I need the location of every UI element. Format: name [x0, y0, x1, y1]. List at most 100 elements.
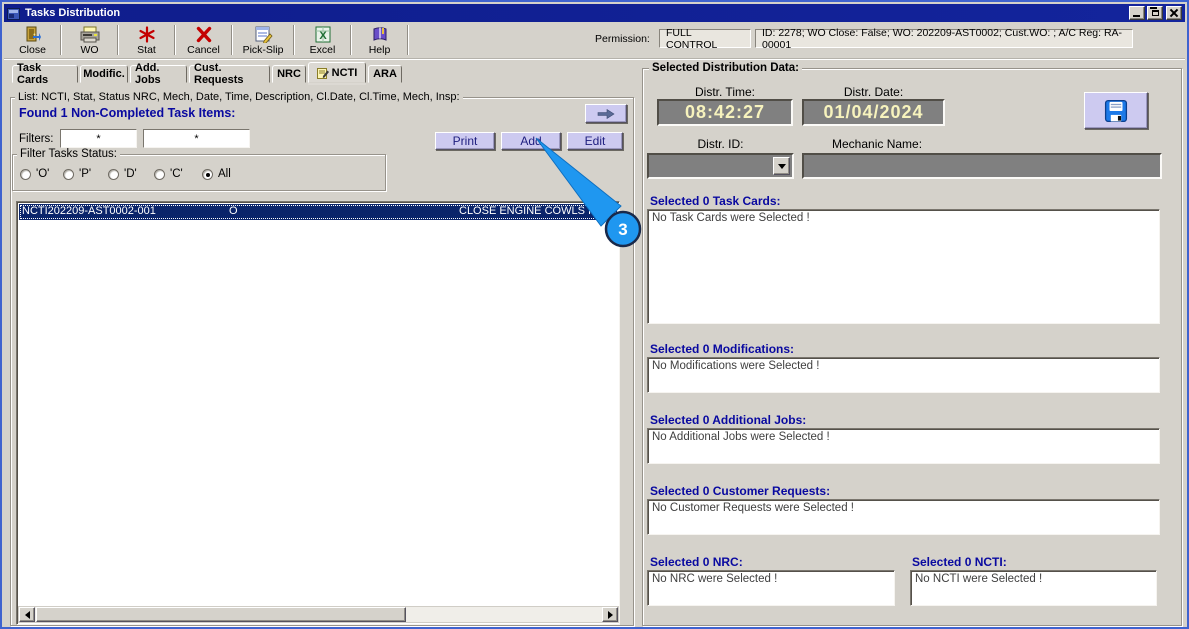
help-book-icon: [373, 27, 386, 41]
restore-button[interactable]: [1147, 6, 1163, 20]
toolbar-button-close[interactable]: Close: [7, 23, 58, 57]
radio-label: 'P': [79, 168, 92, 180]
toolbar-label: Stat: [137, 44, 156, 56]
toolbar-button-help[interactable]: Help: [354, 23, 405, 57]
status-radio-O[interactable]: 'O': [20, 168, 49, 180]
save-floppy-icon: [1104, 99, 1128, 122]
row-description: CLOSE ENGINE COWLS I.A.W AMM TASK: [459, 205, 617, 217]
distr-date-display: 01/04/2024: [802, 99, 945, 126]
mechanic-name-label: Mechanic Name:: [832, 137, 923, 151]
mechanic-name-field: [802, 153, 1162, 179]
radio-icon: [20, 168, 31, 180]
additional-jobs-empty-text: No Additional Jobs were Selected !: [652, 431, 830, 443]
row-ncti-id: NCTI202209-AST0002-001: [22, 205, 156, 217]
toolbar-separator: [117, 25, 119, 55]
app-icon: [7, 7, 20, 20]
distr-id-label: Distr. ID:: [697, 137, 744, 151]
toolbar-button-cancel[interactable]: Cancel: [178, 23, 229, 57]
printer-icon: [80, 26, 99, 43]
radio-icon: [154, 168, 165, 180]
tab-ara[interactable]: ARA: [368, 65, 402, 83]
tab-cust-requests[interactable]: Cust. Requests: [189, 62, 270, 86]
toolbar-button-excel[interactable]: X Excel: [297, 23, 348, 57]
scroll-left-button[interactable]: [19, 607, 35, 622]
toolbar-label: WO: [80, 44, 99, 56]
tab-nrc[interactable]: NRC: [272, 65, 306, 83]
toolbar-separator: [60, 25, 62, 55]
tab-label: Cust. Requests: [194, 62, 244, 86]
window-title: Tasks Distribution: [25, 7, 121, 19]
tab-label: Add. Jobs: [135, 62, 161, 86]
scrollbar-thumb[interactable]: [36, 607, 406, 622]
task-list-row-selected[interactable]: NCTI202209-AST0002-001 O CLOSE ENGINE CO…: [19, 204, 617, 220]
title-bar: Tasks Distribution: [4, 4, 1185, 22]
ncti-listbox[interactable]: No NCTI were Selected !: [910, 570, 1157, 606]
restore-icon: [1152, 10, 1159, 16]
permission-value: FULL CONTROL: [659, 27, 751, 51]
minimize-icon: [1133, 15, 1140, 17]
scroll-right-button[interactable]: [602, 607, 618, 622]
status-radio-P[interactable]: 'P': [63, 168, 91, 180]
tab-label: NRC: [277, 68, 301, 80]
found-items-text: Found 1 Non-Completed Task Items:: [19, 106, 236, 120]
filters-label: Filters:: [19, 133, 54, 145]
radio-label: All: [218, 168, 231, 180]
print-button[interactable]: Print: [435, 132, 495, 150]
right-arrow-icon: [597, 108, 615, 119]
modifications-listbox[interactable]: No Modifications were Selected !: [647, 357, 1160, 393]
section-header-task-cards: Selected 0 Task Cards:: [650, 194, 781, 208]
distr-id-combobox[interactable]: [647, 153, 794, 179]
horizontal-scrollbar[interactable]: [18, 606, 619, 623]
next-arrow-button[interactable]: [585, 104, 627, 123]
toolbar-button-pick-slip[interactable]: Pick-Slip: [235, 23, 291, 57]
toolbar-label: Help: [368, 44, 391, 56]
toolbar-button-wo[interactable]: WO: [64, 23, 115, 57]
section-header-ncti: Selected 0 NCTI:: [912, 555, 1007, 569]
status-radio-C[interactable]: 'C': [154, 168, 183, 180]
radio-label: 'D': [124, 168, 137, 180]
tab-modific[interactable]: Modific.: [80, 65, 128, 83]
list-group-label: List: NCTI, Stat, Status NRC, Mech, Date…: [15, 91, 463, 103]
toolbar-button-stat[interactable]: Stat: [121, 23, 172, 57]
section-header-customer-requests: Selected 0 Customer Requests:: [650, 484, 831, 498]
add-button[interactable]: Add: [501, 132, 561, 150]
task-cards-empty-text: No Task Cards were Selected !: [652, 212, 810, 224]
ncti-task-list[interactable]: NCTI202209-AST0002-001 O CLOSE ENGINE CO…: [16, 201, 620, 625]
minimize-button[interactable]: [1129, 6, 1145, 20]
filter-input-2[interactable]: [144, 130, 249, 147]
filter-status-group-label: Filter Tasks Status:: [17, 148, 120, 160]
tab-ncti[interactable]: NCTI: [308, 62, 366, 83]
toolbar-separator: [231, 25, 233, 55]
radio-label: 'O': [36, 168, 50, 180]
tab-task-cards[interactable]: Task Cards: [12, 62, 78, 86]
edit-button[interactable]: Edit: [567, 132, 623, 150]
asterisk-icon: [138, 26, 155, 43]
tab-add-jobs[interactable]: Add. Jobs: [130, 62, 187, 86]
toolbar-label: Close: [19, 44, 46, 56]
nrc-listbox[interactable]: No NRC were Selected !: [647, 570, 895, 606]
customer-requests-listbox[interactable]: No Customer Requests were Selected !: [647, 499, 1160, 535]
svg-text:X: X: [319, 30, 327, 42]
distribution-group-label: Selected Distribution Data:: [649, 62, 802, 74]
radio-icon: [108, 168, 119, 180]
nrc-empty-text: No NRC were Selected !: [652, 573, 778, 585]
section-header-modifications: Selected 0 Modifications:: [650, 342, 795, 356]
exit-door-icon: [26, 26, 41, 42]
modifications-empty-text: No Modifications were Selected !: [652, 360, 820, 372]
tab-label: ARA: [373, 68, 397, 80]
toolbar-separator: [293, 25, 295, 55]
combo-dropdown-button[interactable]: [773, 157, 790, 175]
status-radio-all[interactable]: All: [202, 168, 231, 180]
save-button[interactable]: [1084, 92, 1148, 129]
distr-time-display: 08:42:27: [657, 99, 793, 126]
distr-date-label: Distr. Date:: [843, 85, 904, 99]
filter-input-1[interactable]: [61, 130, 136, 147]
distr-time-label: Distr. Time:: [694, 85, 755, 99]
additional-jobs-listbox[interactable]: No Additional Jobs were Selected !: [647, 428, 1160, 464]
tab-label: Modific.: [83, 68, 125, 80]
status-radio-D[interactable]: 'D': [108, 168, 137, 180]
chevron-down-icon: [777, 163, 786, 173]
task-cards-listbox[interactable]: No Task Cards were Selected !: [647, 209, 1160, 324]
close-window-button[interactable]: [1166, 6, 1182, 20]
filter-input-2-frame: [143, 129, 250, 148]
